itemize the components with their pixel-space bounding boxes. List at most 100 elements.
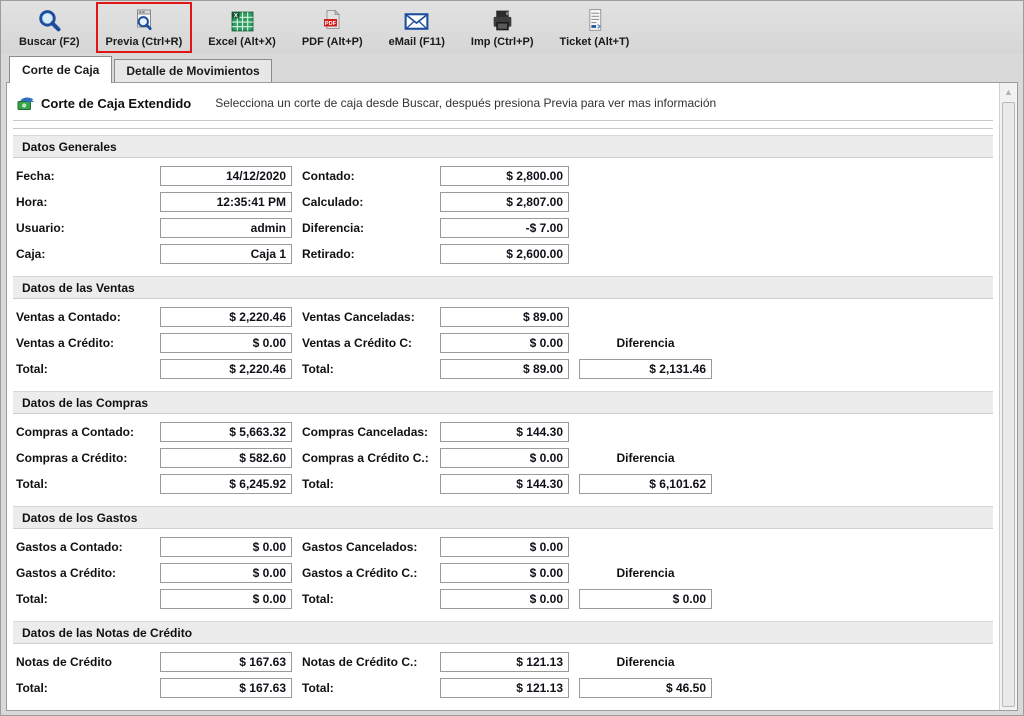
field-value-box[interactable]: admin [160, 218, 292, 238]
field-label: Gastos Cancelados: [292, 537, 440, 557]
field-label: Total: [292, 589, 440, 609]
field-row: Gastos a Contado:$ 0.00Gastos Cancelados… [16, 537, 999, 557]
third-column-cell: Diferencia [569, 566, 712, 580]
toolbar-button-imp[interactable]: Imp (Ctrl+P) [461, 2, 544, 53]
third-column-cell: Diferencia [569, 655, 712, 669]
field-value-box[interactable]: $ 0.00 [160, 537, 292, 557]
preview-icon [132, 7, 156, 35]
field-label: Ventas Canceladas: [292, 307, 440, 327]
toolbar-button-email[interactable]: eMail (F11) [379, 2, 455, 53]
pdf-icon: PDF [320, 7, 344, 35]
field-value-box[interactable]: $ 167.63 [160, 652, 292, 672]
field-row: Compras a Contado:$ 5,663.32Compras Canc… [16, 422, 999, 442]
field-value-box[interactable]: $ 0.00 [160, 589, 292, 609]
field-value-box[interactable]: $ 2,807.00 [440, 192, 569, 212]
field-row: Ventas a Contado:$ 2,220.46Ventas Cancel… [16, 307, 999, 327]
field-value-box[interactable]: $ 89.00 [440, 359, 569, 379]
field-value-box[interactable]: $ 2,800.00 [440, 166, 569, 186]
diferencia-column-label: Diferencia [579, 655, 712, 669]
toolbar-button-label: PDF (Alt+P) [302, 36, 363, 48]
field-row: Compras a Crédito:$ 582.60Compras a Créd… [16, 448, 999, 468]
field-label: Total: [16, 678, 160, 698]
field-value-box[interactable]: $ 0.00 [440, 589, 569, 609]
field-value-box[interactable]: $ 0.00 [440, 448, 569, 468]
field-label: Compras a Crédito: [16, 448, 160, 468]
cash-report-icon [17, 96, 35, 111]
field-label: Diferencia: [292, 218, 440, 238]
field-label: Total: [292, 474, 440, 494]
section-title: Datos de los Gastos [13, 511, 137, 525]
tab-corte-de-caja[interactable]: Corte de Caja [9, 56, 112, 83]
toolbar-button-buscar[interactable]: Buscar (F2) [9, 2, 90, 53]
field-row: Usuario:adminDiferencia:-$ 7.00 [16, 218, 999, 238]
main-area: Corte de Caja Extendido Selecciona un co… [7, 83, 999, 710]
third-column-cell: $ 0.00 [569, 589, 712, 609]
field-value-box[interactable]: $ 121.13 [440, 678, 569, 698]
field-row: Total:$ 2,220.46Total:$ 89.00$ 2,131.46 [16, 359, 999, 379]
field-row: Fecha:14/12/2020Contado:$ 2,800.00 [16, 166, 999, 186]
field-label: Ventas a Crédito: [16, 333, 160, 353]
section-rows-notas: Notas de Crédito$ 167.63Notas de Crédito… [16, 652, 999, 698]
diferencia-column-label: Diferencia [579, 336, 712, 350]
section-title: Datos de las Ventas [13, 281, 135, 295]
field-value-box[interactable]: $ 2,220.46 [160, 359, 292, 379]
field-value-box[interactable]: $ 121.13 [440, 652, 569, 672]
content-panel: Corte de Caja Extendido Selecciona un co… [6, 82, 1018, 711]
field-value-box[interactable]: $ 2,600.00 [440, 244, 569, 264]
field-label: Compras a Crédito C.: [292, 448, 440, 468]
field-row: Ventas a Crédito:$ 0.00Ventas a Crédito … [16, 333, 999, 353]
section-header-ventas: Datos de las Ventas [13, 276, 993, 299]
field-value-box[interactable]: $ 2,220.46 [160, 307, 292, 327]
field-value-box[interactable]: $ 582.60 [160, 448, 292, 468]
diferencia-value-box[interactable]: $ 6,101.62 [579, 474, 712, 494]
diferencia-value-box[interactable]: $ 2,131.46 [579, 359, 712, 379]
section-title: Datos de las Notas de Crédito [13, 626, 192, 640]
field-label: Caja: [16, 244, 160, 264]
field-label: Total: [16, 359, 160, 379]
field-label: Gastos a Crédito C.: [292, 563, 440, 583]
tab-detalle-de-movimientos[interactable]: Detalle de Movimientos [114, 59, 271, 82]
toolbar-button-ticket[interactable]: Ticket (Alt+T) [550, 2, 640, 53]
toolbar-button-pdf[interactable]: PDFPDF (Alt+P) [292, 2, 373, 53]
field-value-box[interactable]: $ 0.00 [440, 537, 569, 557]
field-label: Gastos a Contado: [16, 537, 160, 557]
field-value-box[interactable]: $ 0.00 [160, 563, 292, 583]
field-value-box[interactable]: 14/12/2020 [160, 166, 292, 186]
section-header-generales: Datos Generales [13, 135, 993, 158]
field-label: Gastos a Crédito: [16, 563, 160, 583]
scrollbar-up-arrow-icon[interactable]: ▲ [1001, 84, 1016, 100]
field-value-box[interactable]: $ 0.00 [160, 333, 292, 353]
toolbar-button-previa[interactable]: Previa (Ctrl+R) [96, 2, 193, 53]
toolbar-button-excel[interactable]: XExcel (Alt+X) [198, 2, 286, 53]
field-value-box[interactable]: $ 167.63 [160, 678, 292, 698]
diferencia-column-label: Diferencia [579, 566, 712, 580]
field-label: Contado: [292, 166, 440, 186]
field-label: Total: [292, 359, 440, 379]
third-column-cell: Diferencia [569, 451, 712, 465]
scrollbar-thumb[interactable] [1002, 102, 1015, 707]
diferencia-value-box[interactable]: $ 0.00 [579, 589, 712, 609]
field-label: Total: [16, 474, 160, 494]
field-value-box[interactable]: $ 5,663.32 [160, 422, 292, 442]
field-label: Fecha: [16, 166, 160, 186]
field-label: Total: [16, 589, 160, 609]
page-title: Corte de Caja Extendido [41, 96, 191, 111]
field-value-box[interactable]: $ 6,245.92 [160, 474, 292, 494]
field-value-box[interactable]: $ 0.00 [440, 563, 569, 583]
toolbar-button-label: eMail (F11) [389, 36, 445, 48]
field-value-box[interactable]: 12:35:41 PM [160, 192, 292, 212]
separator-line [13, 128, 993, 129]
field-label: Notas de Crédito C.: [292, 652, 440, 672]
field-row: Total:$ 167.63Total:$ 121.13$ 46.50 [16, 678, 999, 698]
field-value-box[interactable]: $ 89.00 [440, 307, 569, 327]
field-value-box[interactable]: -$ 7.00 [440, 218, 569, 238]
field-value-box[interactable]: $ 144.30 [440, 422, 569, 442]
field-value-box[interactable]: $ 0.00 [440, 333, 569, 353]
printer-icon [489, 7, 516, 35]
field-label: Notas de Crédito [16, 652, 160, 672]
field-value-box[interactable]: $ 144.30 [440, 474, 569, 494]
field-value-box[interactable]: Caja 1 [160, 244, 292, 264]
page-header: Corte de Caja Extendido Selecciona un co… [7, 83, 999, 113]
diferencia-value-box[interactable]: $ 46.50 [579, 678, 712, 698]
vertical-scrollbar[interactable]: ▲ [999, 83, 1017, 710]
